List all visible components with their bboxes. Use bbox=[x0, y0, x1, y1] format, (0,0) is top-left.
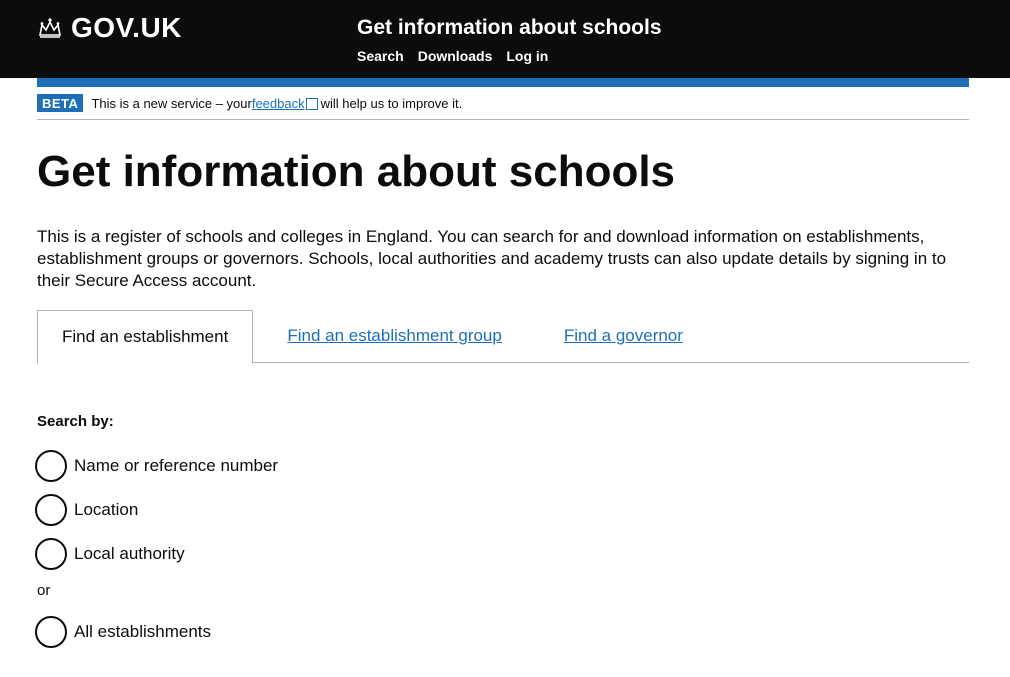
radio-label: Name or reference number bbox=[74, 456, 279, 476]
nav-downloads-link[interactable]: Downloads bbox=[418, 48, 493, 64]
radio-button[interactable] bbox=[35, 494, 67, 527]
radio-button[interactable] bbox=[35, 538, 67, 571]
tab-find-establishment[interactable]: Find an establishment bbox=[37, 310, 254, 365]
radio-location[interactable]: Location bbox=[35, 488, 969, 532]
govuk-logo-link[interactable]: GOV.UK bbox=[37, 12, 182, 44]
tab-find-establishment-group[interactable]: Find an establishment group bbox=[275, 310, 514, 362]
site-header: GOV.UK Get information about schools Sea… bbox=[0, 0, 1010, 78]
crown-icon bbox=[39, 18, 61, 38]
tab-list: Find an establishment Find an establishm… bbox=[37, 310, 969, 365]
beta-tag: BETA bbox=[37, 94, 84, 112]
nav-search-link[interactable]: Search bbox=[357, 48, 404, 64]
page-title: Get information about schools bbox=[37, 147, 676, 196]
radio-all-establishments[interactable]: All establishments bbox=[35, 610, 969, 654]
radio-label: All establishments bbox=[74, 622, 212, 642]
radio-label: Local authority bbox=[74, 544, 185, 564]
nav-login-link[interactable]: Log in bbox=[506, 48, 548, 64]
tab-find-governor[interactable]: Find a governor bbox=[552, 310, 695, 362]
beta-text-after: will help us to improve it. bbox=[320, 95, 463, 111]
header-blue-bar bbox=[37, 78, 969, 87]
or-divider-text: or bbox=[37, 582, 51, 600]
header-nav: Search Downloads Log in bbox=[357, 48, 548, 64]
radio-label: Location bbox=[74, 500, 139, 520]
beta-banner: BETA This is a new service – your feedba… bbox=[37, 87, 969, 120]
radio-button[interactable] bbox=[35, 450, 67, 483]
radio-button[interactable] bbox=[35, 616, 67, 649]
beta-text-before: This is a new service – your bbox=[91, 95, 252, 111]
intro-text: This is a register of schools and colleg… bbox=[37, 227, 947, 291]
service-name-link[interactable]: Get information about schools bbox=[357, 16, 662, 40]
radio-name-or-reference[interactable]: Name or reference number bbox=[35, 444, 969, 488]
main-container: BETA This is a new service – your feedba… bbox=[35, 87, 969, 654]
radio-local-authority[interactable]: Local authority bbox=[35, 532, 969, 576]
logo-text: GOV.UK bbox=[71, 12, 182, 43]
feedback-link[interactable]: feedback bbox=[252, 96, 305, 111]
external-link-icon bbox=[305, 98, 318, 110]
search-by-label: Search by: bbox=[37, 413, 114, 431]
